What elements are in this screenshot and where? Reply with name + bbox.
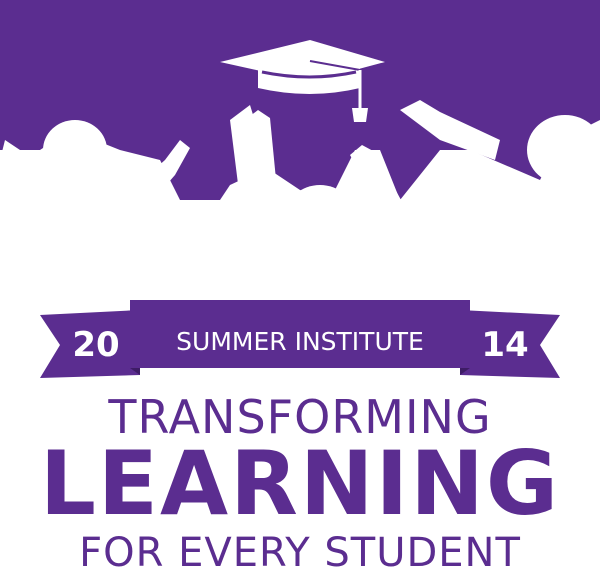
tagline-line-3: FOR EVERY STUDENT [79,530,521,576]
banner-year-left: 20 [72,325,119,365]
banner-title: SUMMER INSTITUTE [176,327,424,356]
banner-year-right: 14 [481,325,528,365]
tagline-line-2: LEARNING [39,432,561,535]
summer-institute-poster: 20 SUMMER INSTITUTE 14 TRANSFORMING LEAR… [0,0,600,582]
